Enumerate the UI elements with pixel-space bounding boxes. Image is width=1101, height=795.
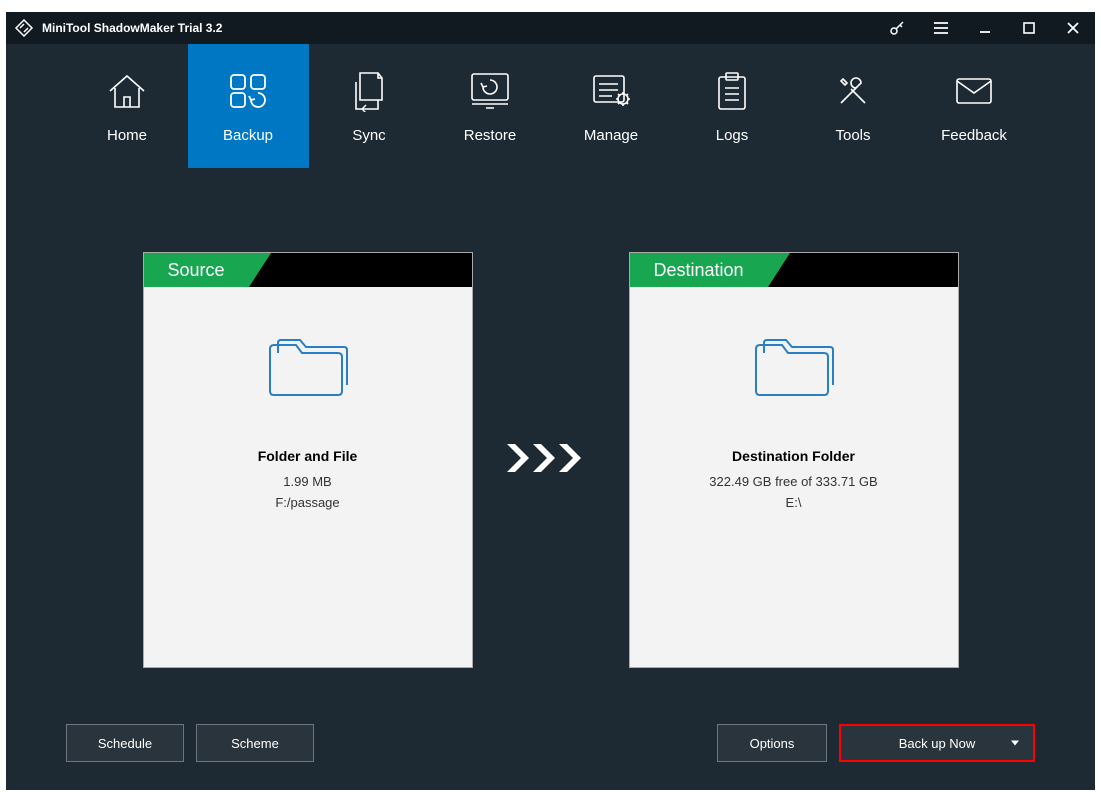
- nav-manage[interactable]: Manage: [551, 44, 672, 168]
- arrows-icon: [503, 440, 599, 481]
- folder-icon: [264, 335, 352, 406]
- nav-label: Restore: [464, 127, 517, 144]
- nav-feedback[interactable]: Feedback: [914, 44, 1035, 168]
- scheme-button[interactable]: Scheme: [196, 724, 314, 762]
- menu-icon[interactable]: [919, 12, 963, 44]
- nav-label: Sync: [352, 127, 385, 144]
- content-area: Source Folder and File 1.99 MB F:/passag…: [6, 192, 1095, 790]
- destination-title: Destination Folder: [732, 448, 855, 464]
- source-tab: Source: [144, 253, 249, 287]
- destination-path: E:\: [786, 495, 802, 510]
- nav-label: Home: [107, 127, 147, 144]
- chevron-down-icon: [1011, 741, 1019, 746]
- titlebar: MiniTool ShadowMaker Trial 3.2: [6, 12, 1095, 44]
- nav-label: Logs: [716, 127, 749, 144]
- minimize-icon[interactable]: [963, 12, 1007, 44]
- destination-tab: Destination: [630, 253, 768, 287]
- backup-now-label: Back up Now: [899, 736, 976, 751]
- key-icon[interactable]: [875, 12, 919, 44]
- folder-icon: [750, 335, 838, 406]
- close-icon[interactable]: [1051, 12, 1095, 44]
- tools-icon: [833, 69, 873, 113]
- nav-label: Manage: [584, 127, 638, 144]
- nav-backup[interactable]: Backup: [188, 44, 309, 168]
- nav-sync[interactable]: Sync: [309, 44, 430, 168]
- navbar: Home Backup Sync Restore Manage: [6, 44, 1095, 192]
- schedule-button[interactable]: Schedule: [66, 724, 184, 762]
- bottom-toolbar: Schedule Scheme Options Back up Now: [66, 724, 1035, 770]
- feedback-icon: [953, 69, 995, 113]
- sync-icon: [352, 69, 386, 113]
- restore-icon: [468, 69, 512, 113]
- source-title: Folder and File: [258, 448, 358, 464]
- nav-label: Tools: [835, 127, 870, 144]
- nav-restore[interactable]: Restore: [430, 44, 551, 168]
- nav-logs[interactable]: Logs: [672, 44, 793, 168]
- source-card[interactable]: Source Folder and File 1.99 MB F:/passag…: [143, 252, 473, 668]
- nav-tools[interactable]: Tools: [793, 44, 914, 168]
- app-window: MiniTool ShadowMaker Trial 3.2: [6, 12, 1095, 790]
- manage-icon: [590, 69, 632, 113]
- backup-now-button[interactable]: Back up Now: [839, 724, 1035, 762]
- source-size: 1.99 MB: [283, 474, 331, 489]
- nav-label: Feedback: [941, 127, 1007, 144]
- backup-icon: [227, 69, 269, 113]
- source-path: F:/passage: [275, 495, 339, 510]
- logs-icon: [714, 69, 750, 113]
- options-button[interactable]: Options: [717, 724, 827, 762]
- nav-label: Backup: [223, 127, 273, 144]
- destination-card[interactable]: Destination Destination Folder 322.49 GB…: [629, 252, 959, 668]
- nav-home[interactable]: Home: [67, 44, 188, 168]
- destination-free: 322.49 GB free of 333.71 GB: [709, 474, 877, 489]
- maximize-icon[interactable]: [1007, 12, 1051, 44]
- home-icon: [104, 69, 150, 113]
- app-logo-icon: [14, 18, 34, 38]
- app-title: MiniTool ShadowMaker Trial 3.2: [42, 21, 222, 35]
